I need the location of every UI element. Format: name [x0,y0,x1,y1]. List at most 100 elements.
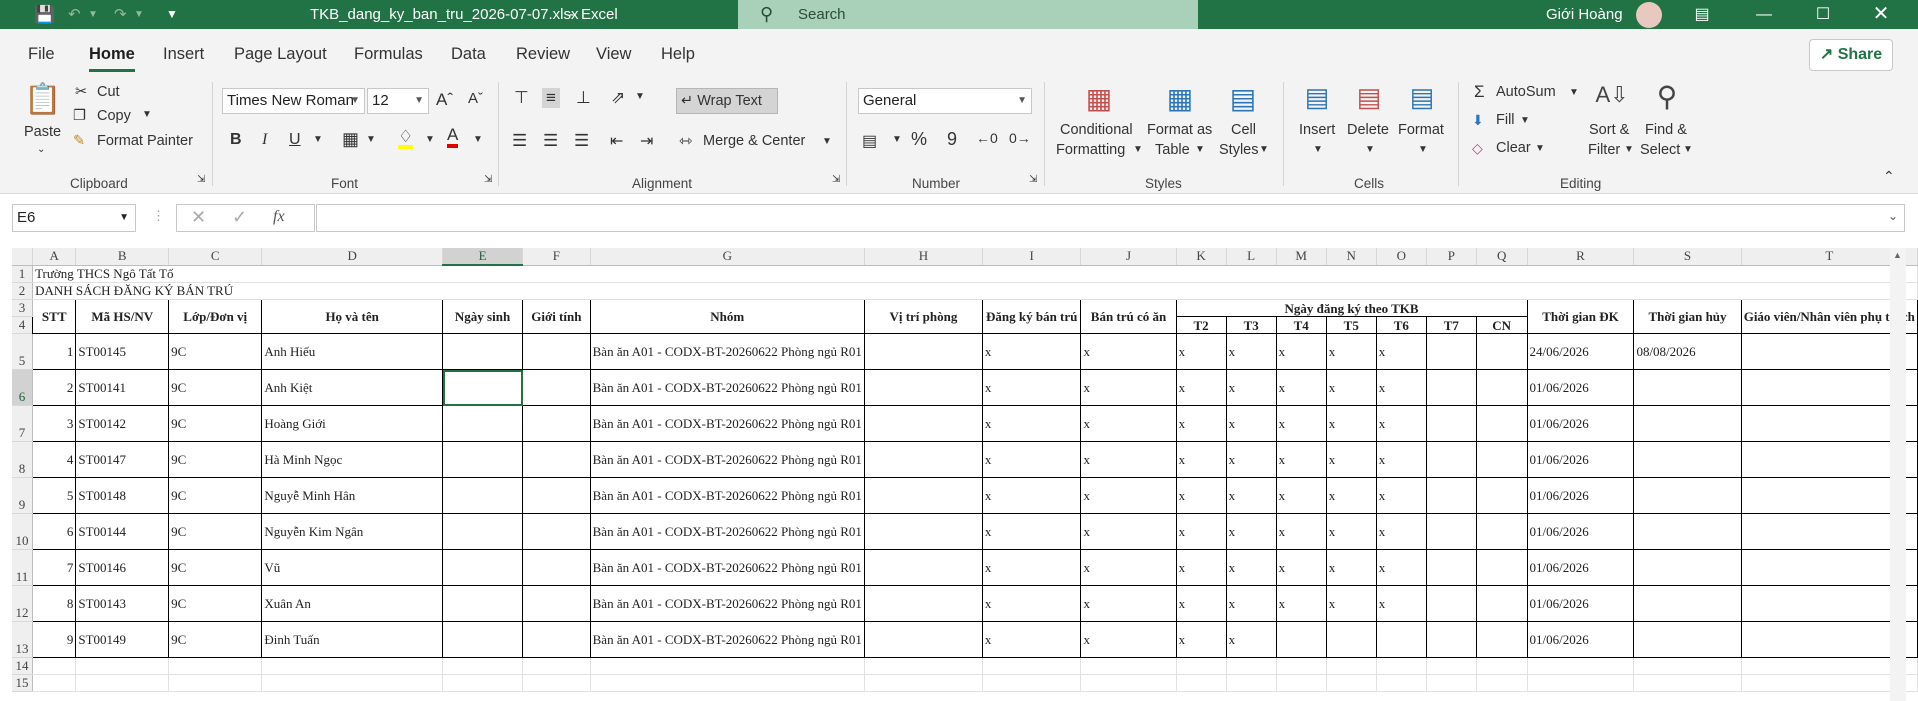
font-launcher-icon[interactable]: ⇲ [484,174,492,185]
gioi-tinh-cell[interactable] [522,441,591,478]
nhom-cell[interactable]: Bàn ăn A01 - CODX-BT-20260622 Phòng ngủ … [589,333,865,370]
format-button[interactable]: Format [1398,122,1444,138]
align-center-icon[interactable]: ☰ [543,131,558,151]
format-painter-button[interactable]: Format Painter [97,133,193,149]
align-bottom-icon[interactable]: ⊥ [576,88,591,108]
ban-tru-cell[interactable]: x [1080,441,1177,478]
cell[interactable] [1426,674,1477,692]
cell[interactable] [1226,657,1277,675]
vi-tri-cell[interactable] [863,405,983,442]
borders-icon[interactable]: ▦ [342,129,359,150]
header-stt[interactable]: STT [32,299,77,334]
ma-cell[interactable]: ST00149 [75,621,170,658]
day-cell[interactable] [1325,621,1377,658]
ma-cell[interactable]: ST00143 [75,585,170,622]
expand-formula-icon[interactable]: ⌄ [1888,209,1898,223]
cell[interactable] [1176,674,1227,692]
tab-data[interactable]: Data [451,45,486,64]
paste-button[interactable]: Paste [24,124,61,140]
day-cell[interactable]: x [1375,549,1427,586]
gioi-tinh-cell[interactable] [522,549,591,586]
cell[interactable] [32,657,77,675]
nhom-cell[interactable]: Bàn ăn A01 - CODX-BT-20260622 Phòng ngủ … [589,513,865,550]
thoi-gian-dk-cell[interactable]: 01/06/2026 [1526,441,1635,478]
fill-color-icon[interactable]: ♢ [398,128,414,149]
cell[interactable] [522,674,591,692]
day-cell[interactable]: x [1175,621,1227,658]
ma-cell[interactable]: ST00144 [75,513,170,550]
cell[interactable] [442,657,524,675]
cell[interactable] [1376,657,1427,675]
collapse-ribbon-icon[interactable]: ⌃ [1883,168,1895,185]
day-cell[interactable]: x [1375,333,1427,370]
thoi-gian-dk-cell[interactable]: 24/06/2026 [1526,333,1635,370]
clear-dropdown-icon[interactable]: ▼ [1535,143,1545,154]
row-header[interactable]: 15 [12,674,34,692]
autosum-dropdown-icon[interactable]: ▼ [1569,87,1579,98]
day-cell[interactable] [1275,621,1327,658]
header-nhom[interactable]: Nhóm [589,299,865,334]
name-cell[interactable]: Vũ [261,549,444,586]
tab-home[interactable]: Home [89,45,135,72]
ma-cell[interactable]: ST00148 [75,477,170,514]
align-right-icon[interactable]: ☰ [574,131,589,151]
day-cell[interactable] [1425,549,1477,586]
lop-cell[interactable]: 9C [168,477,263,514]
spreadsheet-table[interactable]: A B C D E F G H I J K L M N O P Q R S T 1 Trường THCS Ngô Tất… [12,248,1918,692]
name-cell[interactable]: Đinh Tuấn [261,621,444,658]
thoi-gian-huy-cell[interactable] [1633,477,1742,514]
italic-button[interactable]: I [262,131,267,149]
column-header-r[interactable]: R [1527,248,1635,266]
row-header[interactable]: 11 [12,549,34,586]
vi-tri-cell[interactable] [863,369,983,406]
format-dropdown-icon[interactable]: ▼ [1418,144,1428,155]
find-select-icon[interactable]: ⚲ [1648,80,1686,116]
tab-insert[interactable]: Insert [163,45,204,64]
name-cell[interactable]: Xuân An [261,585,444,622]
header-day[interactable]: T6 [1375,316,1427,334]
decrease-decimal-icon[interactable]: 0→ [1009,130,1031,146]
day-cell[interactable]: x [1325,405,1377,442]
day-cell[interactable]: x [1175,369,1227,406]
ban-tru-cell[interactable]: x [1080,369,1177,406]
column-header-h[interactable]: H [864,248,983,266]
decrease-font-icon[interactable]: Aˇ [468,90,483,107]
day-cell[interactable] [1375,621,1427,658]
day-cell[interactable] [1475,333,1528,370]
day-cell[interactable]: x [1225,621,1277,658]
row-header-2[interactable]: 2 [12,282,34,300]
day-cell[interactable]: x [1325,477,1377,514]
ma-cell[interactable]: ST00146 [75,549,170,586]
alignment-launcher-icon[interactable]: ⇲ [832,174,840,185]
tab-review[interactable]: Review [516,45,570,64]
cell[interactable] [1527,674,1635,692]
cell[interactable] [261,674,444,692]
day-cell[interactable]: x [1375,477,1427,514]
insert-cells-icon[interactable]: ▤ [1298,82,1336,116]
ban-tru-cell[interactable]: x [1080,405,1177,442]
cell-styles-label-1[interactable]: Cell [1231,122,1256,138]
increase-indent-icon[interactable]: ⇥ [640,131,653,151]
copy-dropdown-icon[interactable]: ▼ [142,109,152,120]
cell[interactable] [1476,674,1528,692]
name-cell[interactable]: Nguyễn Kim Ngân [261,513,444,550]
paste-icon[interactable]: 📋 [24,82,61,118]
cell[interactable] [864,657,983,675]
day-cell[interactable]: x [1225,333,1277,370]
fill-dropdown-icon[interactable]: ▼ [1520,115,1530,126]
sort-filter-icon[interactable]: A⇩ [1592,82,1632,116]
header-day[interactable]: CN [1475,316,1528,334]
gioi-tinh-cell[interactable] [522,477,591,514]
day-cell[interactable]: x [1225,441,1277,478]
find-select-label-2[interactable]: Select [1640,142,1680,158]
thoi-gian-huy-cell[interactable]: 08/08/2026 [1633,333,1742,370]
borders-dropdown-icon[interactable]: ▼ [366,134,376,145]
lop-cell[interactable]: 9C [168,369,263,406]
header-day[interactable]: T2 [1175,316,1227,334]
thoi-gian-huy-cell[interactable] [1633,621,1742,658]
nhom-cell[interactable]: Bàn ăn A01 - CODX-BT-20260622 Phòng ngủ … [589,441,865,478]
header-thoi-gian-huy[interactable]: Thời gian hủy [1633,299,1742,334]
day-cell[interactable]: x [1275,405,1327,442]
stt-cell[interactable]: 4 [32,441,77,478]
column-header-p[interactable]: P [1426,248,1477,266]
